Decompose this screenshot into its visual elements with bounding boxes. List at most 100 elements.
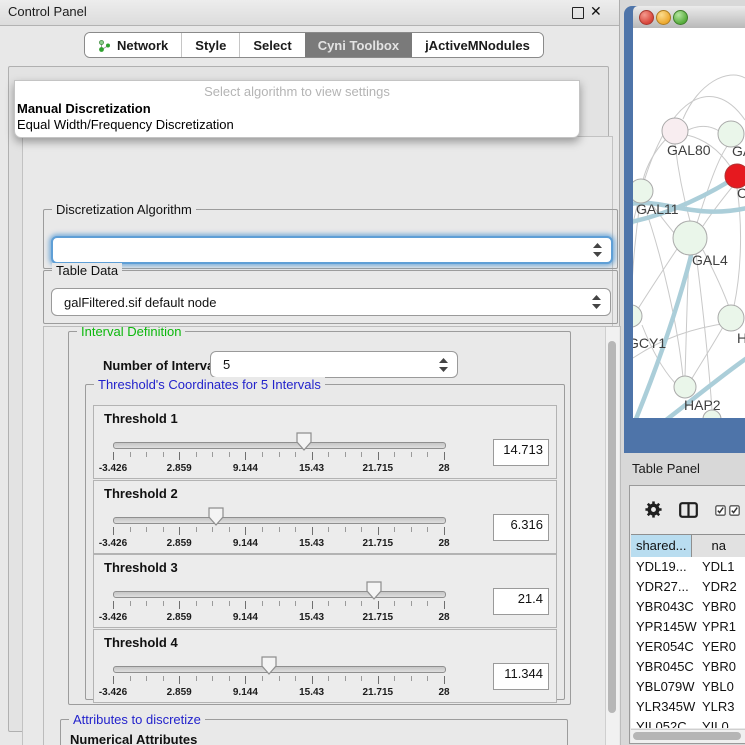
- tab-select[interactable]: Select: [239, 33, 304, 57]
- slider-tick: [229, 601, 230, 606]
- slider-tick: [146, 452, 147, 457]
- table-row[interactable]: YBL079WYBL0: [631, 677, 745, 697]
- algorithm-option[interactable]: Equal Width/Frequency Discretization: [15, 117, 579, 133]
- slider-thumb[interactable]: [296, 432, 312, 451]
- slider-tick-label: 28: [414, 612, 474, 623]
- algorithm-combobox[interactable]: [51, 236, 613, 264]
- network-window-titlebar[interactable]: [633, 6, 745, 29]
- table-row[interactable]: YIL052CYIL0: [631, 717, 745, 728]
- discretize-data-panel: Discretization Algorithm Table Data galF…: [22, 136, 613, 745]
- algorithm-option[interactable]: Manual Discretization: [15, 101, 579, 117]
- attributes-group: Attributes to discretize Numerical Attri…: [60, 719, 568, 745]
- slider-tick: [444, 601, 445, 609]
- tab-style[interactable]: Style: [181, 33, 239, 57]
- tab-label: Cyni Toolbox: [318, 38, 399, 53]
- slider-thumb[interactable]: [261, 656, 277, 675]
- network-node-label: GAL4: [692, 252, 728, 268]
- network-node-gal11[interactable]: [633, 179, 653, 203]
- network-node-h[interactable]: [718, 305, 744, 331]
- number-of-intervals-value: 5: [211, 357, 439, 372]
- attributes-legend: Attributes to discretize: [69, 712, 205, 727]
- network-canvas[interactable]: GAL80GACGAL11GAL4GCY1HHAP2: [633, 28, 745, 418]
- slider-thumb[interactable]: [208, 507, 224, 526]
- slider-tick: [179, 601, 180, 609]
- slider-tick: [113, 601, 114, 609]
- network-node-gal80[interactable]: [662, 118, 688, 144]
- slider-thumb[interactable]: [366, 581, 382, 600]
- threshold-value-field[interactable]: 6.316: [493, 514, 549, 541]
- close-icon[interactable]: ✕: [590, 3, 602, 20]
- minimize-traffic-light-icon[interactable]: [656, 10, 671, 25]
- slider-tick: [245, 601, 246, 609]
- slider-tick: [163, 452, 164, 457]
- network-node-gcy1[interactable]: [633, 305, 642, 327]
- cyni-toolbox-panel: Discretization Algorithm Table Data galF…: [8, 66, 609, 732]
- cell-shared-name: YLR345W: [631, 697, 697, 717]
- float-window-icon[interactable]: [572, 7, 584, 19]
- table-row[interactable]: YER054CYER0: [631, 637, 745, 657]
- slider-tick: [262, 601, 263, 606]
- slider-tick-label: 2.859: [149, 538, 209, 549]
- table-row[interactable]: YBR043CYBR0: [631, 597, 745, 617]
- table-row[interactable]: YLR345WYLR3: [631, 697, 745, 717]
- threshold-value-field[interactable]: 21.4: [493, 588, 549, 615]
- close-traffic-light-icon[interactable]: [639, 10, 654, 25]
- table-row[interactable]: YDL19...YDL1: [631, 557, 745, 577]
- checkbox-checked-icon[interactable]: [715, 505, 726, 516]
- slider-tick: [361, 601, 362, 606]
- tab-label: jActiveMNodules: [425, 38, 530, 53]
- table-row[interactable]: YDR27...YDR2: [631, 577, 745, 597]
- cell-shared-name: YBR043C: [631, 597, 697, 617]
- slider-track[interactable]: [113, 591, 446, 598]
- column-layout-icon[interactable]: [679, 502, 698, 518]
- slider-tick: [113, 527, 114, 535]
- network-node-label: GAL80: [667, 142, 711, 158]
- checkbox-checked-icon[interactable]: [729, 505, 740, 516]
- control-panel-tabbar: NetworkStyleSelect Cyni Toolbox jActiveMNo…: [84, 32, 544, 58]
- table-row[interactable]: YBR045CYBR0: [631, 657, 745, 677]
- tab-cyni-toolbox[interactable]: Cyni Toolbox: [305, 33, 412, 57]
- network-node-gal4[interactable]: [673, 221, 707, 255]
- slider-tick: [427, 452, 428, 457]
- gear-icon[interactable]: [645, 501, 662, 518]
- cell-name: YIL0: [697, 717, 745, 728]
- slider-tick: [196, 676, 197, 681]
- zoom-traffic-light-icon[interactable]: [673, 10, 688, 25]
- slider-track[interactable]: [113, 666, 446, 673]
- table-horizontal-scrollbar[interactable]: [631, 729, 745, 743]
- slider-tick: [411, 676, 412, 681]
- slider-track[interactable]: [113, 442, 446, 449]
- threshold-value-field[interactable]: 11.344: [493, 663, 549, 690]
- table-data-combobox[interactable]: galFiltered.sif default node: [51, 288, 611, 316]
- tab-jactivemnodules[interactable]: jActiveMNodules: [412, 33, 543, 57]
- slider-tick: [427, 527, 428, 532]
- tab-network[interactable]: Network: [85, 33, 181, 57]
- slider-tick: [295, 676, 296, 681]
- slider-tick: [212, 527, 213, 532]
- table-row[interactable]: YPR145WYPR1: [631, 617, 745, 637]
- column-header[interactable]: na: [692, 535, 745, 557]
- threshold-panel-4: Threshold 4-3.4262.8599.14415.4321.71528…: [93, 629, 557, 703]
- panel-scrollbar[interactable]: [605, 327, 619, 745]
- threshold-value-field[interactable]: 14.713: [493, 439, 549, 466]
- slider-track[interactable]: [113, 517, 446, 524]
- threshold-label: Threshold 1: [104, 411, 178, 426]
- table-header-row: shared...na: [631, 534, 745, 558]
- slider-tick: [179, 676, 180, 684]
- table-rows: YDL19...YDL1YDR27...YDR2YBR043CYBR0YPR14…: [631, 557, 745, 728]
- slider-tick: [163, 527, 164, 532]
- cell-shared-name: YBL079W: [631, 677, 697, 697]
- slider-tick: [312, 527, 313, 535]
- network-icon: [98, 39, 111, 52]
- slider-tick: [130, 527, 131, 532]
- column-header[interactable]: shared...: [631, 535, 692, 557]
- network-node-hap2[interactable]: [674, 376, 696, 398]
- slider-tick-label: 28: [414, 538, 474, 549]
- number-of-intervals-combobox[interactable]: 5: [210, 351, 458, 378]
- slider-tick-label: -3.426: [83, 612, 143, 623]
- slider-tick: [295, 452, 296, 457]
- slider-tick: [378, 601, 379, 609]
- slider-tick-label: 28: [414, 687, 474, 698]
- table-panel: shared...na YDL19...YDL1YDR27...YDR2YBR0…: [629, 485, 745, 744]
- cell-shared-name: YER054C: [631, 637, 697, 657]
